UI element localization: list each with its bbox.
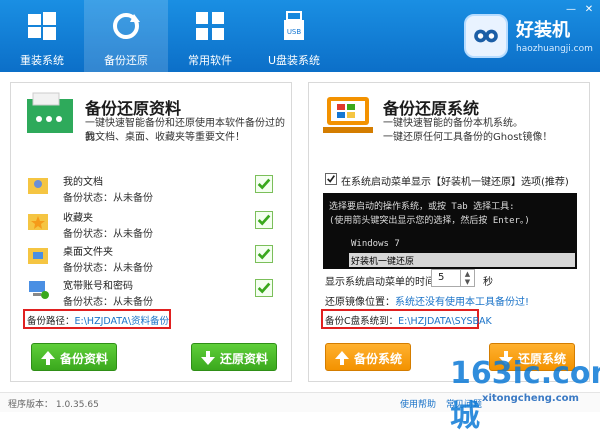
button-label: 备份资料: [60, 352, 109, 366]
item-name: 我的文档: [63, 177, 103, 188]
panel-description-line2: 的文档、桌面、收藏夹等重要文件！: [85, 132, 245, 143]
panel-description-line1: 一键快速智能的备份本机系统。: [383, 118, 523, 129]
check-icon: [257, 282, 271, 294]
folder-data-icon: [27, 92, 73, 133]
console-line: (使用箭头键突出显示您的选择，然后按 Enter。): [329, 216, 530, 226]
item-checkbox[interactable]: [255, 175, 273, 193]
console-option: Windows 7: [351, 239, 400, 249]
close-button[interactable]: ✕: [582, 4, 596, 16]
boot-menu-option-label: 在系统启动菜单显示【好装机一键还原】选项(推荐): [341, 177, 569, 188]
nav-backup-restore[interactable]: 备份还原: [84, 0, 168, 72]
item-status: 备份状态：从未备份: [63, 193, 153, 204]
item-status: 备份状态：从未备份: [63, 263, 153, 274]
usb-icon: USB: [284, 11, 304, 40]
arrow-up-icon: [41, 351, 55, 365]
item-name: 收藏夹: [63, 213, 93, 224]
button-label: 备份系统: [354, 352, 403, 366]
check-icon: [257, 214, 271, 226]
minimize-button[interactable]: —: [564, 4, 578, 16]
windows-laptop-icon: [323, 97, 373, 133]
nav-label: 重装系统: [20, 54, 64, 67]
backup-c-link[interactable]: E:\HZJDATA\SYSBAK: [398, 316, 492, 327]
boot-menu-preview: 选择要启动的操作系统，或按 Tab 选择工具: (使用箭头键突出显示您的选择，然…: [323, 193, 577, 269]
nav-label: 备份还原: [104, 54, 148, 67]
brand-name: 好装机: [516, 20, 570, 41]
list-item-desktop-folder: 桌面文件夹 备份状态：从未备份: [27, 241, 285, 279]
check-icon: [327, 175, 336, 183]
restore-image-link[interactable]: 系统还没有使用本工具备份过!: [395, 297, 529, 308]
list-item-broadband-account: 宽带账号和密码 备份状态：从未备份: [27, 275, 285, 313]
brand-site: haozhuangji.com: [516, 44, 593, 54]
stepper-arrows-icon[interactable]: ▲ ▼: [460, 270, 474, 286]
restore-image-location: 还原镜像位置：系统还没有使用本工具备份过!: [325, 293, 529, 308]
item-checkbox[interactable]: [255, 245, 273, 263]
item-name: 桌面文件夹: [63, 247, 113, 258]
nav-reinstall-system[interactable]: 重装系统: [0, 0, 84, 72]
console-option-selected: 好装机一键还原: [349, 253, 575, 267]
top-nav-bar: 重装系统 备份还原 常用软件 USB U盘装系统 — ✕ 好装机 haozhua…: [0, 0, 600, 72]
nav-label: 常用软件: [188, 54, 232, 67]
desktop-folder-icon: [28, 248, 48, 264]
item-checkbox[interactable]: [255, 211, 273, 229]
panel-title: 备份还原资料: [85, 99, 182, 118]
item-status: 备份状态：从未备份: [63, 297, 153, 308]
backup-restore-system-panel: 备份还原系统 一键快速智能的备份本机系统。 一键还原任何工具备份的Ghost镜像…: [308, 82, 590, 382]
console-line: 选择要启动的操作系统，或按 Tab 选择工具:: [329, 202, 515, 212]
star-folder-icon: [28, 214, 48, 230]
brand-logo: [464, 14, 508, 58]
arrow-down-icon: [201, 351, 215, 365]
item-status: 备份状态：从未备份: [63, 229, 153, 240]
backup-c-drive: 备份C盘系统到：E:\HZJDATA\SYSBAK: [325, 313, 492, 327]
tv-mascot-icon: [474, 29, 498, 43]
svg-text:USB: USB: [287, 28, 302, 36]
menu-time-unit: 秒: [483, 277, 493, 288]
backup-data-button[interactable]: 备份资料: [31, 343, 117, 371]
check-icon: [257, 248, 271, 260]
nav-common-software[interactable]: 常用软件: [168, 0, 252, 72]
nav-label: U盘装系统: [267, 54, 321, 67]
refresh-icon: [113, 13, 140, 39]
boot-menu-checkbox[interactable]: [325, 173, 337, 185]
panel-title: 备份还原系统: [383, 99, 480, 118]
help-link[interactable]: 使用帮助: [400, 397, 436, 410]
button-label: 还原资料: [220, 352, 269, 366]
restore-data-button[interactable]: 还原资料: [191, 343, 277, 371]
menu-time-label: 显示系统启动菜单的时间：: [325, 277, 445, 288]
backup-c-label: 备份C盘系统到：: [325, 316, 399, 327]
network-computer-icon: [29, 281, 49, 299]
backup-restore-data-panel: 备份还原资料 一键快速智能备份和还原使用本软件备份过的我 的文档、桌面、收藏夹等…: [10, 82, 292, 382]
console-option-selected-label: 好装机一键还原: [351, 257, 415, 267]
windows-icon: [28, 12, 56, 40]
watermark-url: xitongcheng.com: [482, 393, 579, 404]
program-version: 程序版本： 1.0.35.65: [8, 400, 99, 410]
panel-description-line2: 一键还原任何工具备份的Ghost镜像！: [383, 132, 553, 143]
item-name: 宽带账号和密码: [63, 281, 133, 292]
user-folder-icon: [28, 178, 48, 194]
menu-time-stepper[interactable]: 5 ▲ ▼: [431, 269, 475, 287]
list-item-favorites: 收藏夹 备份状态：从未备份: [27, 207, 285, 245]
arrow-up-icon: [335, 351, 349, 365]
apps-grid-icon: [196, 12, 224, 40]
check-icon: [257, 178, 271, 190]
nav-usb-install[interactable]: USB U盘装系统: [252, 0, 336, 72]
restore-image-label: 还原镜像位置：: [325, 297, 395, 308]
item-checkbox[interactable]: [255, 279, 273, 297]
menu-time-value: 5: [438, 272, 445, 283]
backup-path-label: 备份路径：: [27, 316, 75, 327]
backup-system-button[interactable]: 备份系统: [325, 343, 411, 371]
list-item-my-documents: 我的文档 备份状态：从未备份: [27, 171, 285, 209]
backup-path-link[interactable]: E:\HZJDATA\资料备份: [75, 316, 170, 327]
backup-path: 备份路径：E:\HZJDATA\资料备份: [27, 313, 169, 327]
